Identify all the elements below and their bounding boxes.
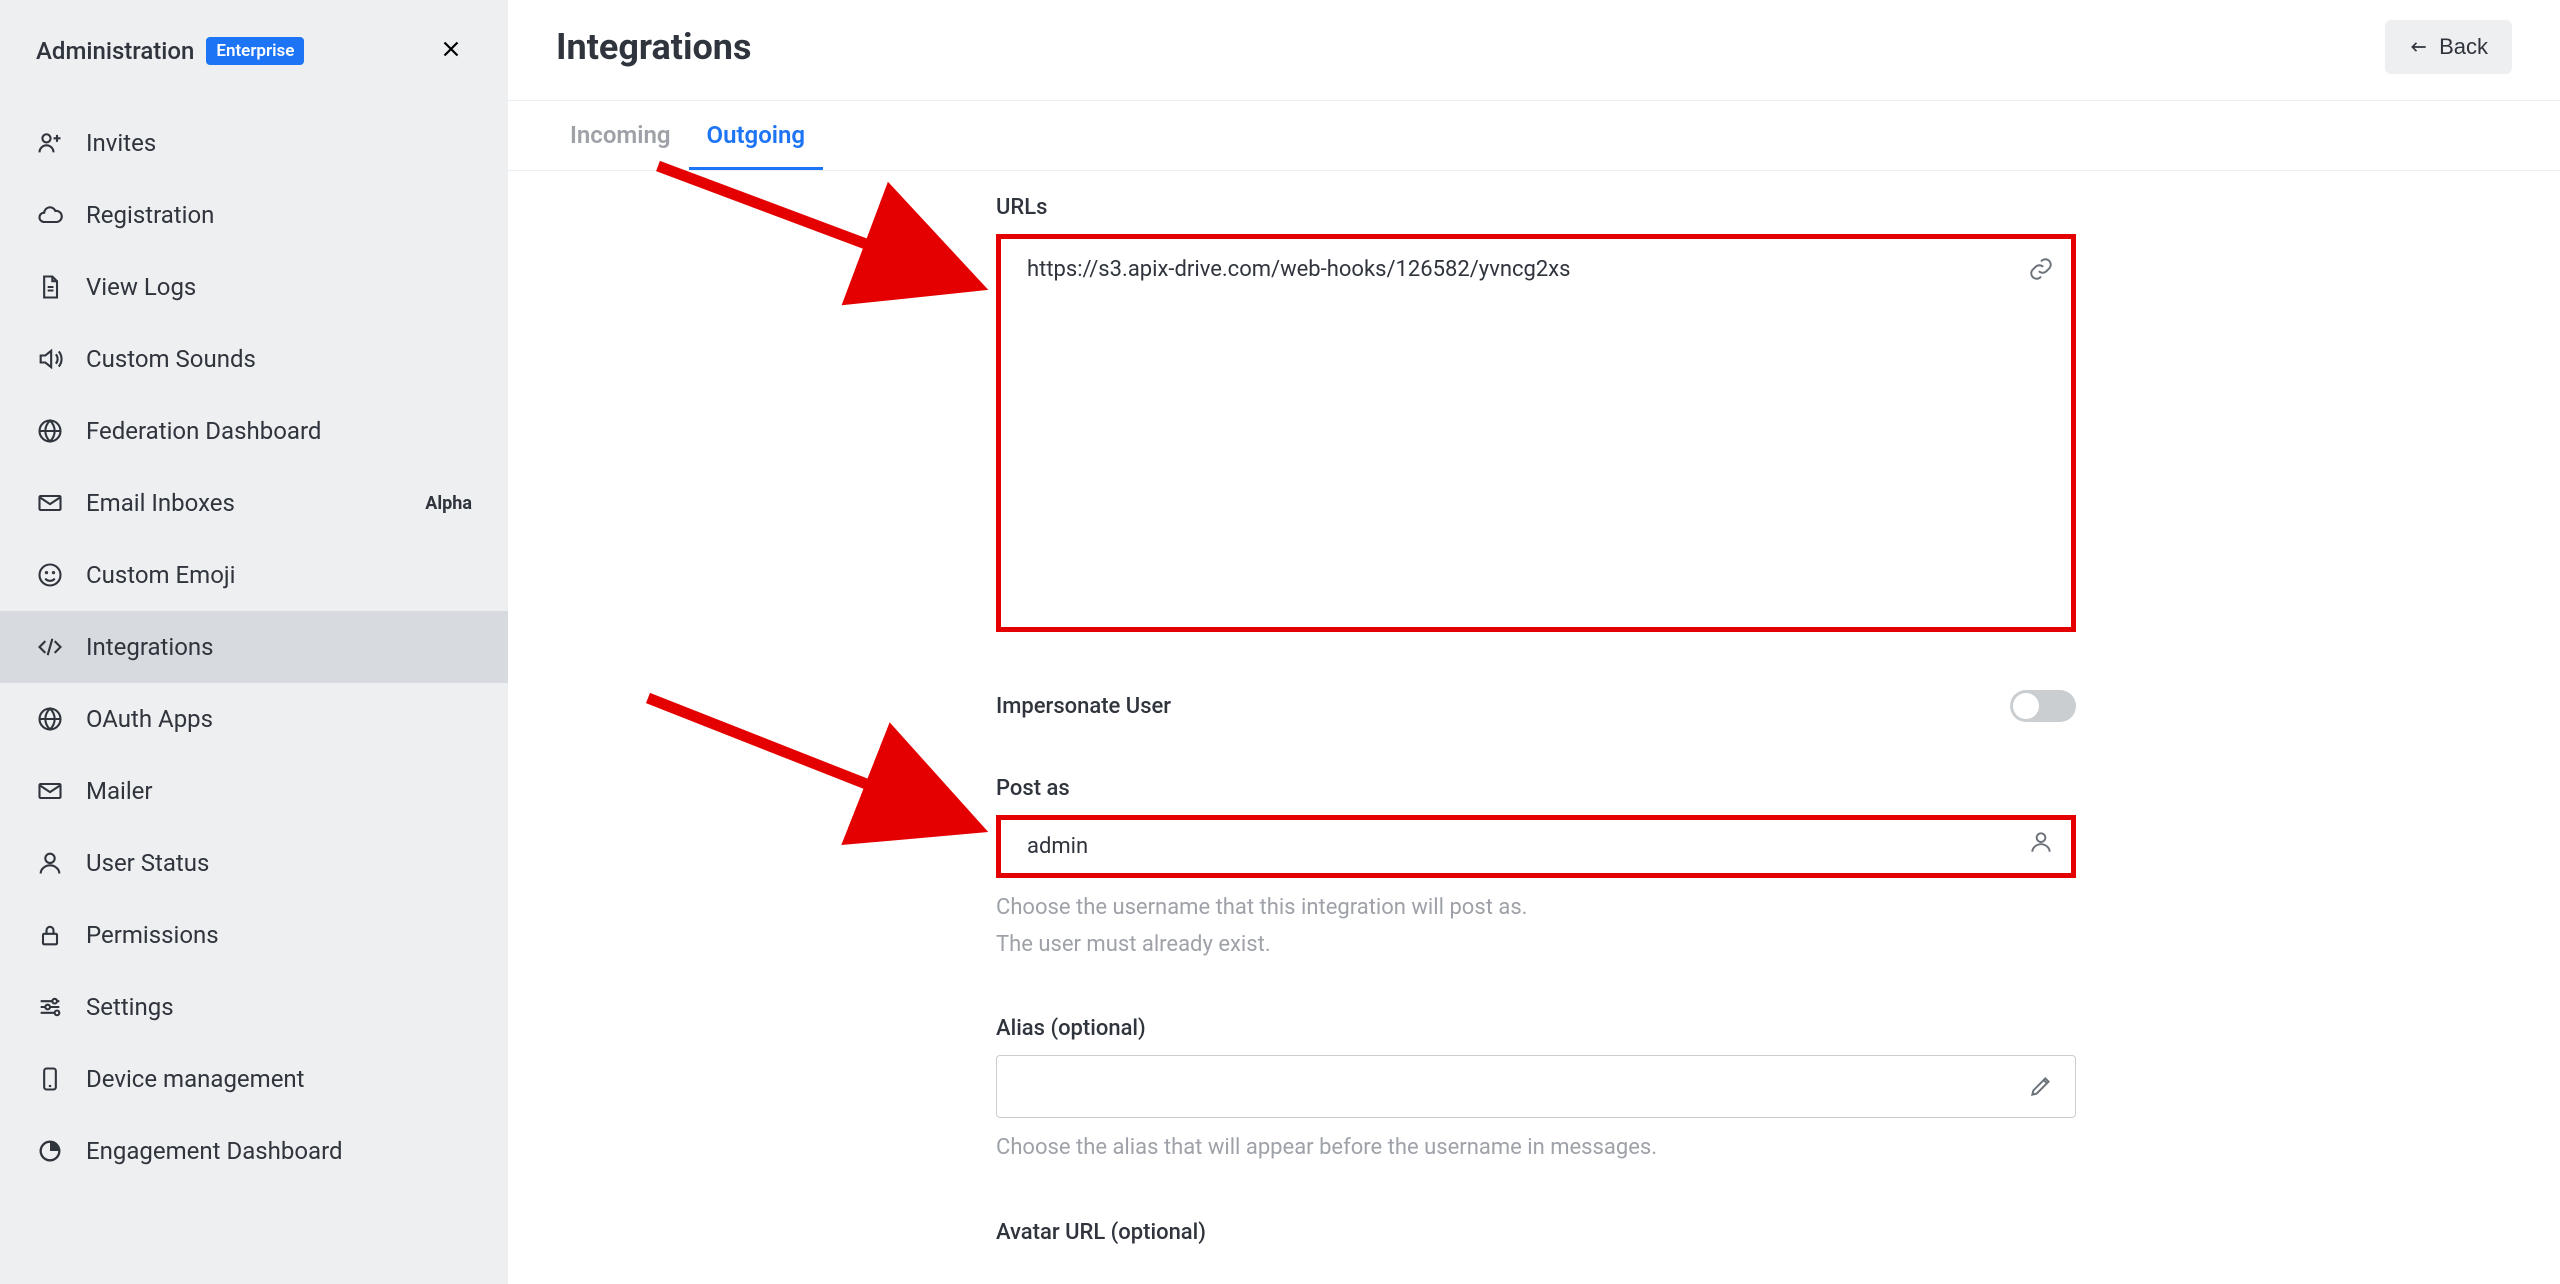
sidebar-item-label: Federation Dashboard (86, 417, 321, 445)
form-scroll-area[interactable]: URLs https://s3.apix-drive.com/web-hooks… (508, 171, 2560, 1284)
toggle-knob (2013, 693, 2039, 719)
main-header: Integrations Back (508, 0, 2560, 100)
sidebar-item-label: Integrations (86, 633, 214, 661)
sidebar-item-engagement-dashboard[interactable]: Engagement Dashboard (0, 1115, 508, 1187)
arrow-left-icon (2409, 37, 2429, 57)
sidebar-item-label: User Status (86, 849, 209, 877)
sidebar-item-label: Permissions (86, 921, 219, 949)
avatar-label: Avatar URL (optional) (996, 1220, 2076, 1245)
sidebar-item-settings[interactable]: Settings (0, 971, 508, 1043)
pencil-icon (2028, 1073, 2054, 1099)
mail-icon (36, 489, 64, 517)
admin-sidebar: Administration Enterprise Invites Registr… (0, 0, 508, 1284)
field-urls: URLs https://s3.apix-drive.com/web-hooks… (996, 195, 2076, 636)
sidebar-item-label: Email Inboxes (86, 489, 235, 517)
code-icon (36, 633, 64, 661)
sidebar-item-invites[interactable]: Invites (0, 107, 508, 179)
postas-input[interactable] (996, 815, 2076, 878)
lock-icon (36, 921, 64, 949)
sidebar-item-integrations[interactable]: Integrations (0, 611, 508, 683)
sidebar-item-label: Custom Emoji (86, 561, 236, 589)
sidebar-item-label: View Logs (86, 273, 196, 301)
device-icon (36, 1065, 64, 1093)
link-icon (2028, 256, 2054, 282)
sidebar-item-custom-sounds[interactable]: Custom Sounds (0, 323, 508, 395)
impersonate-toggle[interactable] (2010, 690, 2076, 722)
sidebar-header: Administration Enterprise (0, 0, 508, 107)
globe-icon (36, 705, 64, 733)
back-button-label: Back (2439, 34, 2488, 60)
sidebar-item-view-logs[interactable]: View Logs (0, 251, 508, 323)
globe-icon (36, 417, 64, 445)
impersonate-label: Impersonate User (996, 694, 1171, 719)
page-title: Integrations (556, 26, 751, 68)
alias-input[interactable] (996, 1055, 2076, 1118)
close-icon (438, 36, 464, 62)
sidebar-item-label: Engagement Dashboard (86, 1137, 343, 1165)
urls-textarea[interactable]: https://s3.apix-drive.com/web-hooks/1265… (996, 234, 2076, 632)
settings-icon (36, 993, 64, 1021)
sidebar-item-federation-dashboard[interactable]: Federation Dashboard (0, 395, 508, 467)
postas-help-1: Choose the username that this integratio… (996, 890, 2076, 925)
sidebar-item-device-management[interactable]: Device management (0, 1043, 508, 1115)
emoji-icon (36, 561, 64, 589)
cloud-icon (36, 201, 64, 229)
sidebar-title: Administration (36, 37, 194, 65)
field-avatar: Avatar URL (optional) (996, 1220, 2076, 1245)
sidebar-item-email-inboxes[interactable]: Email Inboxes Alpha (0, 467, 508, 539)
sidebar-item-registration[interactable]: Registration (0, 179, 508, 251)
sidebar-item-label: Device management (86, 1065, 305, 1093)
main-content: Integrations Back Incoming Outgoing URLs… (508, 0, 2560, 1284)
sidebar-item-label: Custom Sounds (86, 345, 256, 373)
sidebar-item-label: Registration (86, 201, 214, 229)
enterprise-badge: Enterprise (206, 37, 304, 65)
field-impersonate: Impersonate User (996, 690, 2076, 722)
pie-icon (36, 1137, 64, 1165)
alias-help: Choose the alias that will appear before… (996, 1130, 2076, 1165)
sidebar-item-mailer[interactable]: Mailer (0, 755, 508, 827)
invite-icon (36, 129, 64, 157)
alias-label: Alias (optional) (996, 1016, 2076, 1041)
urls-label: URLs (996, 195, 2076, 220)
mail-icon (36, 777, 64, 805)
sidebar-item-label: Mailer (86, 777, 153, 805)
back-button[interactable]: Back (2385, 20, 2512, 74)
sidebar-item-label: Invites (86, 129, 156, 157)
sidebar-list: Invites Registration View Logs Custom Sound… (0, 107, 508, 1187)
sidebar-item-label: OAuth Apps (86, 705, 213, 733)
postas-label: Post as (996, 776, 2076, 801)
sound-icon (36, 345, 64, 373)
file-icon (36, 273, 64, 301)
sidebar-item-custom-emoji[interactable]: Custom Emoji (0, 539, 508, 611)
sidebar-item-badge: Alpha (425, 493, 472, 514)
close-admin-button[interactable] (430, 28, 472, 73)
field-alias: Alias (optional) Choose the alias that w… (996, 1016, 2076, 1165)
user-icon (2028, 829, 2054, 855)
sidebar-item-permissions[interactable]: Permissions (0, 899, 508, 971)
integration-tabs: Incoming Outgoing (508, 100, 2560, 171)
tab-outgoing[interactable]: Outgoing (689, 101, 824, 170)
tab-incoming[interactable]: Incoming (552, 101, 689, 170)
sidebar-item-oauth-apps[interactable]: OAuth Apps (0, 683, 508, 755)
sidebar-item-label: Settings (86, 993, 174, 1021)
sidebar-item-user-status[interactable]: User Status (0, 827, 508, 899)
field-postas: Post as Choose the username that this in… (996, 776, 2076, 962)
postas-help-2: The user must already exist. (996, 927, 2076, 962)
user-icon (36, 849, 64, 877)
